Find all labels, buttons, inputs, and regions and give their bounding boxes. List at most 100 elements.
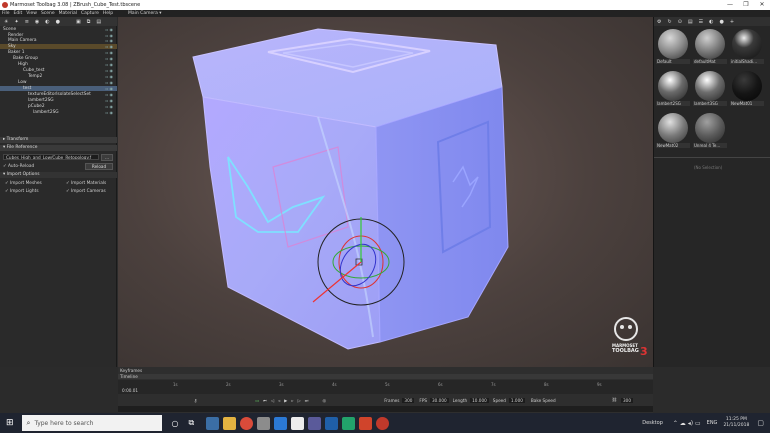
visibility-icon[interactable]: ▫ ◉	[106, 92, 113, 97]
close-button[interactable]: ✕	[754, 0, 770, 10]
frames-input[interactable]: 300	[402, 397, 415, 403]
notifications-icon[interactable]: ▢	[757, 419, 764, 427]
taskbar-app-icon[interactable]	[257, 416, 271, 430]
visibility-icon[interactable]: ▫ ◉	[106, 98, 113, 103]
taskbar-chrome-icon[interactable]	[240, 416, 254, 430]
import-materials-checkbox[interactable]: ✓ Import Materials	[66, 181, 106, 186]
delete-icon[interactable]: ▣	[76, 19, 81, 25]
speed-input[interactable]: 1.000	[508, 397, 525, 403]
taskbar-app-icon[interactable]	[308, 416, 322, 430]
system-tray-icons[interactable]: ⌃ ☁ ◂) ▭	[673, 420, 701, 427]
tree-item-main-camera[interactable]: Main Camera ▫ ◉	[0, 38, 117, 43]
desktop-label[interactable]: Desktop	[642, 420, 663, 426]
material-swatch-newmat02[interactable]	[658, 113, 688, 143]
import-lights-checkbox[interactable]: ✓ Import Lights	[5, 189, 39, 194]
plus-icon[interactable]: +	[730, 19, 734, 25]
clock[interactable]: 11:25 PM 21/11/2018	[723, 417, 749, 429]
import-options-section-header[interactable]: ▾ Import Options	[0, 172, 117, 178]
tree-item-lambert2sg[interactable]: lambert2SG ▫ ◉	[0, 98, 117, 103]
visibility-icon[interactable]: ▫ ◉	[106, 68, 113, 73]
refresh-icon[interactable]: ↻	[667, 19, 671, 25]
material-swatch-lambert3sg[interactable]	[695, 71, 725, 101]
taskbar-explorer-icon[interactable]	[223, 416, 237, 430]
camera-dropdown[interactable]: Main Camera ▾	[128, 10, 162, 17]
material-swatch-default[interactable]	[658, 29, 688, 59]
tree-item-cube-test[interactable]: Cube_test ▫ ◉	[0, 68, 117, 73]
duplicate-icon[interactable]: ⧉	[87, 19, 91, 25]
file-path-input[interactable]	[3, 154, 99, 160]
timeline-track[interactable]	[118, 406, 653, 412]
tree-item-baker[interactable]: Baker 1 ▫ ◉	[0, 50, 117, 55]
visibility-icon[interactable]: ▫ ◉	[106, 50, 113, 55]
link-icon[interactable]: ⛓	[612, 397, 617, 403]
pin-icon[interactable]: ✦	[14, 19, 18, 25]
windows-start-icon[interactable]: ⊞	[6, 418, 14, 428]
tree-item-bake-group[interactable]: Bake Group ▫ ◉	[0, 56, 117, 61]
menu-material[interactable]: Material	[57, 10, 79, 17]
reload-button[interactable]: Reload	[85, 163, 113, 170]
length-input[interactable]: 10.000	[470, 397, 489, 403]
visibility-icon[interactable]: ▫ ◉	[106, 110, 113, 115]
end-frame-input[interactable]: 300	[621, 397, 633, 403]
menu-file[interactable]: File	[0, 10, 12, 17]
visibility-icon[interactable]: ▫ ◉	[106, 80, 113, 85]
visibility-icon[interactable]: ▫ ◉	[106, 44, 113, 49]
tree-item-scene[interactable]: Scene ▫ ◉	[0, 27, 117, 32]
step-forward-icon[interactable]: ▹	[291, 398, 293, 403]
settings-icon[interactable]: ⚙	[657, 19, 661, 25]
minimize-button[interactable]: —	[722, 0, 738, 10]
key-icon[interactable]: ⚷	[194, 398, 197, 403]
next-key-icon[interactable]: ▷	[298, 398, 301, 403]
tree-item-temp2[interactable]: Temp2 ▫ ◉	[0, 74, 117, 79]
step-back-icon[interactable]: ◃	[278, 398, 280, 403]
menu-help[interactable]: Help	[101, 10, 115, 17]
visibility-icon[interactable]: ▫ ◉	[106, 27, 113, 32]
material-swatch-unreal4[interactable]	[695, 113, 725, 143]
task-view-icon[interactable]: ⧉	[189, 418, 195, 428]
auto-reload-checkbox[interactable]: ✓ Auto-Reload	[3, 164, 34, 169]
tree-item-pcube2[interactable]: pCube2 ▫ ◉	[0, 104, 117, 109]
taskbar-mail-icon[interactable]	[291, 416, 305, 430]
prev-key-icon[interactable]: ◁	[271, 398, 274, 403]
shader-icon[interactable]: ◐	[45, 19, 49, 25]
list-icon[interactable]: ☰	[699, 19, 703, 25]
3d-viewport[interactable]: MARMOSET TOOLBAG 3	[118, 17, 653, 367]
browse-button[interactable]: ...	[101, 154, 113, 161]
material-swatch-initialshading[interactable]	[732, 29, 762, 59]
language-indicator[interactable]: ENG	[707, 420, 718, 426]
visibility-icon[interactable]: ▫ ◉	[106, 62, 113, 67]
menu-scene[interactable]: Scene	[39, 10, 57, 17]
target-icon[interactable]: ⊙	[678, 19, 682, 25]
visibility-icon[interactable]: ▫ ◉	[106, 56, 113, 61]
tree-item-low[interactable]: Low ▫ ◉	[0, 80, 117, 85]
menu-capture[interactable]: Capture	[79, 10, 101, 17]
shader-icon[interactable]: ◐	[709, 19, 713, 25]
taskbar-marmoset-icon[interactable]	[376, 416, 390, 430]
visibility-icon[interactable]: ▫ ◉	[106, 38, 113, 43]
tree-item-test[interactable]: test ▫ ◉	[0, 86, 117, 91]
folder-icon[interactable]: ▤	[688, 19, 693, 25]
import-meshes-checkbox[interactable]: ✓ Import Meshes	[5, 181, 42, 186]
bake-speed-button[interactable]: Bake Speed	[531, 398, 556, 403]
taskbar-search-box[interactable]: ⌕ Type here to search	[21, 415, 162, 431]
maximize-button[interactable]: ❐	[738, 0, 754, 10]
tree-item-high[interactable]: High ▫ ◉	[0, 62, 117, 67]
tree-item-sky[interactable]: Sky ▫ ◉	[0, 44, 117, 49]
play-icon[interactable]: ▶	[284, 398, 287, 403]
material-swatch-defaultmat[interactable]	[695, 29, 725, 59]
material-swatch-newmat01[interactable]	[732, 71, 762, 101]
object-icon[interactable]: ●	[56, 19, 60, 25]
material-swatch-lambert2sg[interactable]	[658, 71, 688, 101]
file-reference-section-header[interactable]: ▾ File Reference	[0, 145, 117, 151]
record-icon[interactable]: ◎	[323, 398, 327, 403]
fps-input[interactable]: 30.000	[430, 397, 449, 403]
cortana-icon[interactable]: ○	[172, 419, 179, 428]
taskbar-photoshop-icon[interactable]	[325, 416, 339, 430]
transform-section-header[interactable]: ▸ Transform	[0, 137, 117, 143]
taskbar-word-icon[interactable]	[274, 416, 288, 430]
taskbar-app-icon[interactable]	[342, 416, 356, 430]
tree-item-texture-editor-set[interactable]: textureEditorIsolateSelectSet ▫ ◉	[0, 92, 117, 97]
import-cameras-checkbox[interactable]: ✓ Import Cameras	[66, 189, 106, 194]
menu-edit[interactable]: Edit	[12, 10, 25, 17]
skip-end-icon[interactable]: ⏭	[305, 398, 309, 403]
